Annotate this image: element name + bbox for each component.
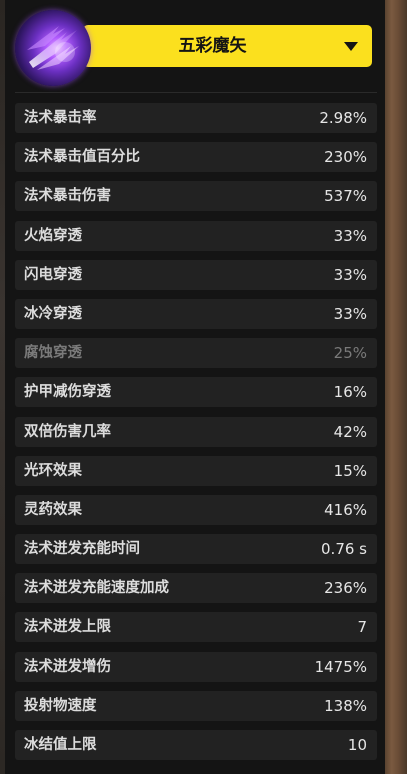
stat-label: 闪电穿透 [24,266,82,283]
stat-label: 法术暴击值百分比 [24,149,140,166]
stat-value: 138% [324,696,367,715]
stat-label: 灵药效果 [24,501,82,518]
stat-row: 法术暴击伤害 537% [15,181,377,212]
stat-row: 冰结值上限 10 [15,730,377,760]
stat-label: 冰结值上限 [24,737,97,753]
stat-label: 法术迸发充能速度加成 [24,580,169,597]
stat-label: 冰冷穿透 [24,305,82,322]
stat-value: 33% [333,265,367,284]
background-wall [385,0,407,774]
stat-value: 0.76 s [321,540,367,559]
stat-label: 护甲减伤穿透 [24,384,111,401]
stat-row: 法术迸发增伤 1475% [15,651,377,682]
stat-row: 法术迸发充能时间 0.76 s [15,534,377,565]
stat-value: 537% [324,187,367,206]
stat-label: 火焰穿透 [24,227,82,244]
skill-selector-dropdown[interactable]: 五彩魔矢 [83,25,372,67]
stat-label: 投射物速度 [24,697,97,714]
stat-row: 冰冷穿透 33% [15,298,377,329]
skill-name: 五彩魔矢 [178,36,247,56]
stat-row: 法术迸发上限 7 [15,612,377,643]
stat-label: 双倍伤害几率 [24,423,111,440]
stats-list: 法术暴击率 2.98% 法术暴击值百分比 230% 法术暴击伤害 537% 火焰穿透 33% 闪… [15,103,377,769]
skill-header: 五彩魔矢 [5,0,385,92]
skill-stats-panel: 五彩魔矢 法术暴击率 2.98% 法术暴击值百分比 230% 法术暴击伤害 537% 火焰穿… [5,0,385,774]
stat-value: 1475% [314,657,367,676]
stat-value: 15% [333,461,367,480]
stat-label: 法术暴击伤害 [24,188,111,205]
stat-label: 光环效果 [24,462,82,479]
stat-value: 42% [333,422,367,441]
stat-label: 法术迸发增伤 [24,658,111,675]
stat-value: 2.98% [319,109,367,127]
stat-value: 33% [333,226,367,245]
stat-row: 腐蚀穿透 25% [15,338,377,369]
stat-row: 法术暴击值百分比 230% [15,142,377,173]
stat-row: 闪电穿透 33% [15,259,377,290]
stat-label: 法术迸发上限 [24,619,111,636]
stat-row: 法术迸发充能速度加成 236% [15,573,377,604]
chevron-down-icon [344,42,358,51]
stat-value: 236% [324,579,367,598]
stat-value: 416% [324,500,367,519]
stat-row: 法术暴击率 2.98% [15,103,377,133]
stat-row: 光环效果 15% [15,455,377,486]
stat-row: 火焰穿透 33% [15,220,377,251]
stat-value: 33% [333,304,367,323]
stat-value: 7 [357,618,367,637]
arcane-bolts-icon [15,10,91,86]
stat-row: 投射物速度 138% [15,690,377,721]
header-divider [15,92,377,93]
stat-value: 25% [333,344,367,363]
stat-row: 双倍伤害几率 42% [15,416,377,447]
stat-label: 法术暴击率 [24,110,97,126]
stat-label: 腐蚀穿透 [24,345,82,362]
stat-value: 230% [324,148,367,167]
stat-value: 10 [347,736,367,754]
stat-row: 灵药效果 416% [15,494,377,525]
stat-value: 16% [333,383,367,402]
stat-row: 护甲减伤穿透 16% [15,377,377,408]
stat-label: 法术迸发充能时间 [24,541,140,558]
